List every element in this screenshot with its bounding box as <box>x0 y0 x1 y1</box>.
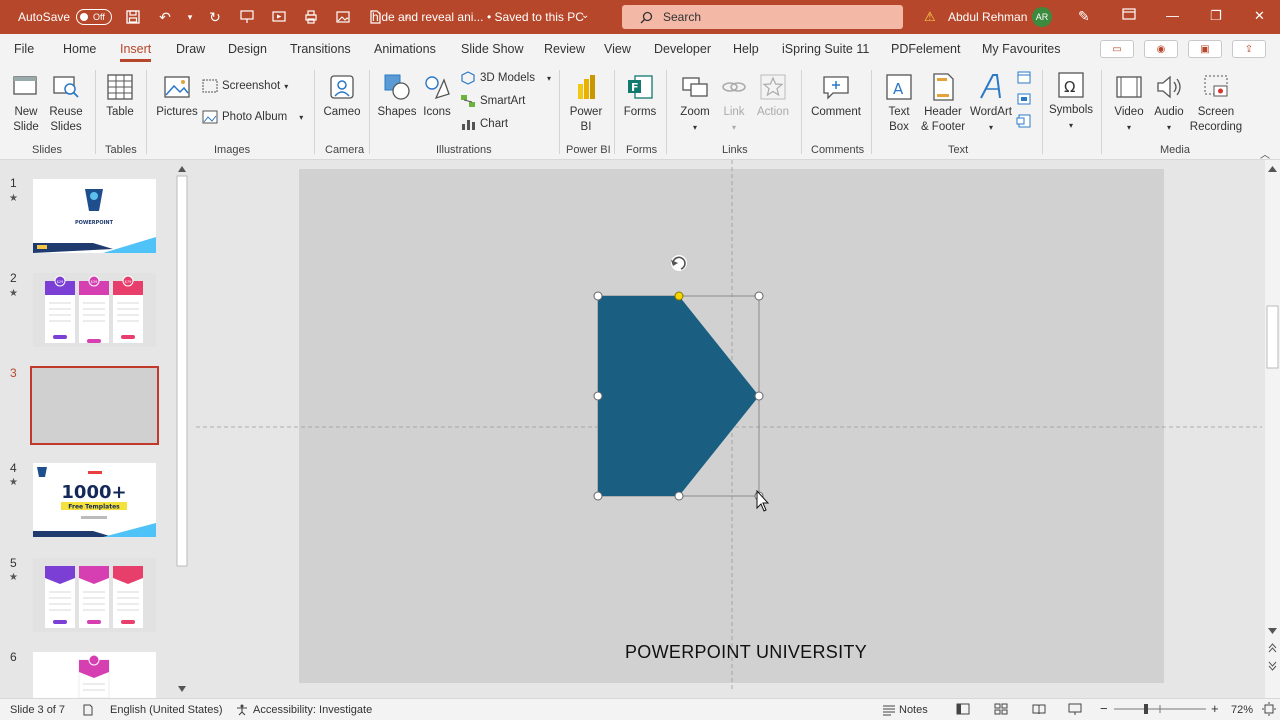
accessibility-icon[interactable] <box>236 704 248 719</box>
slide-sorter-icon[interactable] <box>994 702 1008 719</box>
zoom-out-icon[interactable]: − <box>1100 701 1108 716</box>
slide-count: Slide 3 of 7 <box>10 704 66 716</box>
selection-overlay <box>196 160 1262 690</box>
status-bar: Slide 3 of 7 English (United States) Acc… <box>0 698 1280 720</box>
resize-handle-bottom-left[interactable] <box>593 491 603 501</box>
notes-page-icon[interactable] <box>82 704 94 719</box>
resize-handle-top-right[interactable] <box>754 291 764 301</box>
slideshow-view-icon[interactable] <box>1068 702 1082 719</box>
notes-icon[interactable] <box>882 704 896 719</box>
resize-handle-bottom-middle[interactable] <box>674 491 684 501</box>
accessibility-status[interactable]: Accessibility: Investigate <box>253 704 372 716</box>
zoom-slider[interactable] <box>1114 703 1206 715</box>
zoom-in-icon[interactable]: + <box>1211 701 1219 716</box>
language-status[interactable]: English (United States) <box>110 704 223 716</box>
resize-handle-middle-right[interactable] <box>754 391 764 401</box>
zoom-level[interactable]: 72% <box>1231 704 1253 716</box>
resize-handle-middle-left[interactable] <box>593 391 603 401</box>
slide-footer-text[interactable]: POWERPOINT UNIVERSITY <box>625 642 867 663</box>
notes-button[interactable]: Notes <box>899 704 928 716</box>
normal-view-icon[interactable] <box>956 702 970 719</box>
fit-slide-icon[interactable] <box>1262 702 1276 719</box>
reading-view-icon[interactable] <box>1032 702 1046 719</box>
resize-handle-top-left[interactable] <box>593 291 603 301</box>
slide-scrollbar[interactable] <box>1265 160 1280 698</box>
shape-adjust-handle[interactable] <box>674 291 684 301</box>
rotate-handle[interactable] <box>671 255 687 271</box>
pentagon-arrow-shape[interactable] <box>598 296 759 496</box>
